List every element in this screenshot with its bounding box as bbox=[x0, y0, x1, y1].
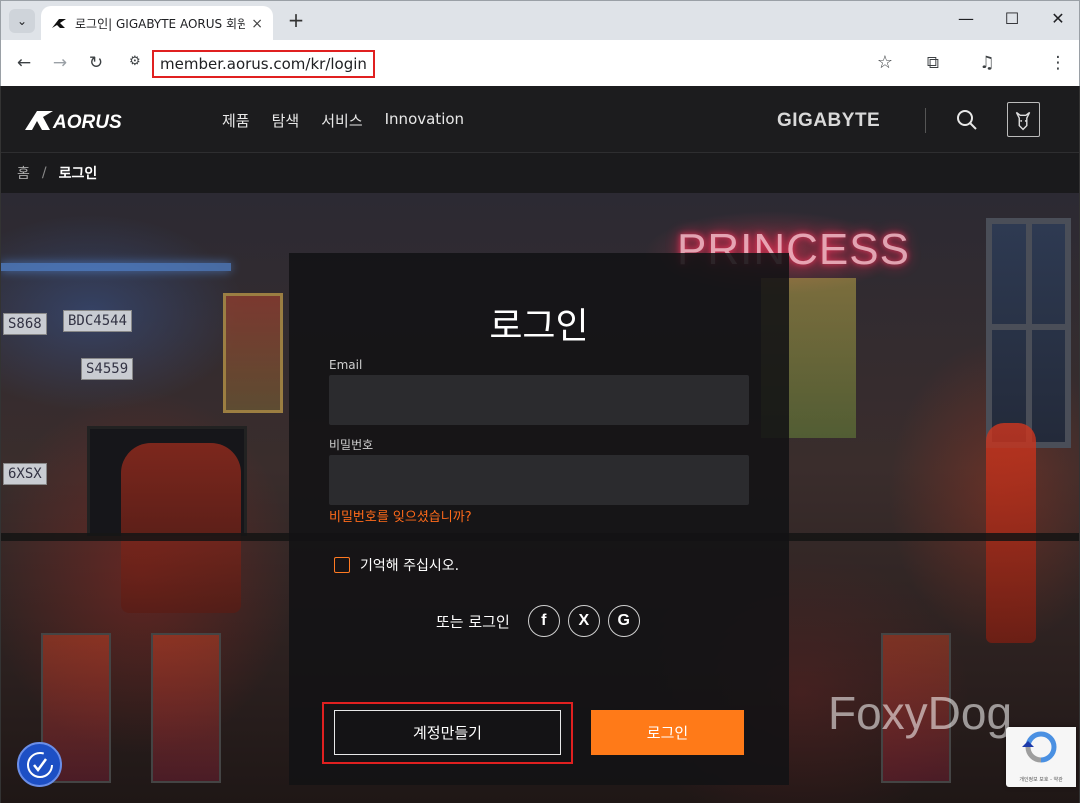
gigabyte-logo[interactable]: GIGABYTE bbox=[777, 110, 880, 132]
recaptcha-badge[interactable]: 개인정보 보호 - 약관 bbox=[1006, 727, 1076, 787]
maximize-button[interactable]: ☐ bbox=[997, 9, 1027, 28]
password-field[interactable] bbox=[329, 455, 749, 505]
recaptcha-text: 개인정보 보호 - 약관 bbox=[1019, 777, 1063, 783]
breadcrumb-home[interactable]: 홈 bbox=[17, 163, 30, 183]
reload-icon[interactable]: ↻ bbox=[85, 52, 107, 74]
main-nav: 제품 탐색 서비스 Innovation bbox=[222, 110, 486, 131]
social-login: 또는 로그인 f X G bbox=[436, 605, 640, 637]
gaming-chair-decoration bbox=[121, 443, 241, 613]
neon-strip bbox=[1, 263, 231, 271]
url-text[interactable]: member.aorus.com/kr/login bbox=[152, 50, 375, 78]
remember-me[interactable]: 기억해 주십시오. bbox=[334, 555, 459, 575]
tab-title: 로그인| GIGABYTE AORUS 회원 bbox=[75, 17, 246, 31]
extensions-icon[interactable]: ⧉ bbox=[922, 52, 944, 74]
login-title: 로그인 bbox=[489, 306, 589, 347]
password-label: 비밀번호 bbox=[329, 438, 374, 452]
google-icon[interactable]: G bbox=[607, 605, 640, 637]
create-account-button[interactable]: 계정만들기 bbox=[334, 710, 561, 755]
close-window-button[interactable]: ✕ bbox=[1043, 9, 1073, 28]
user-account-icon[interactable] bbox=[1007, 102, 1040, 137]
window-decoration bbox=[986, 218, 1071, 448]
forward-arrow-icon[interactable]: → bbox=[49, 52, 71, 74]
social-login-label: 또는 로그인 bbox=[436, 612, 510, 631]
hero-background: PRINCESS S868 BDC4544 S4559 6XSX 로그인 Ema… bbox=[1, 193, 1079, 803]
login-panel: 로그인 Email 비밀번호 비밀번호를 잊으셨습니까? 기억해 주십시오. 또… bbox=[289, 253, 789, 785]
more-menu-icon[interactable]: ⋮ bbox=[1047, 52, 1069, 74]
license-plate: S868 bbox=[3, 313, 47, 335]
poster-decoration bbox=[223, 293, 283, 413]
breadcrumb-separator: / bbox=[41, 165, 47, 181]
email-label: Email bbox=[329, 358, 363, 372]
accessibility-icon[interactable] bbox=[17, 742, 62, 787]
recaptcha-icon bbox=[1022, 731, 1057, 763]
tab-search-button[interactable]: ⌄ bbox=[9, 9, 35, 33]
breadcrumb-current: 로그인 bbox=[58, 166, 98, 182]
x-icon[interactable]: X bbox=[567, 605, 600, 637]
nav-item-innovation[interactable]: Innovation bbox=[385, 110, 464, 131]
license-plate: S4559 bbox=[81, 358, 134, 380]
login-button[interactable]: 로그인 bbox=[591, 710, 744, 755]
address-bar[interactable]: ⚙ member.aorus.com/kr/login ☆ bbox=[119, 46, 909, 80]
remember-checkbox[interactable] bbox=[334, 557, 350, 573]
svg-text:AORUS: AORUS bbox=[52, 112, 122, 132]
pc-case-decoration bbox=[151, 633, 221, 783]
header-divider bbox=[925, 108, 926, 133]
site-header: AORUS 제품 탐색 서비스 Innovation GIGABYTE bbox=[1, 86, 1079, 153]
browser-toolbar: ← → ↻ ⚙ member.aorus.com/kr/login ☆ ⧉ ♫ … bbox=[0, 40, 1080, 86]
forgot-password-link[interactable]: 비밀번호를 잊으셨습니까? bbox=[329, 506, 472, 525]
bookmark-star-icon[interactable]: ☆ bbox=[877, 52, 893, 73]
web-page: AORUS 제품 탐색 서비스 Innovation GIGABYTE 홈 / … bbox=[0, 86, 1080, 803]
new-tab-button[interactable]: + bbox=[285, 9, 307, 31]
browser-tab-bar: ⌄ 로그인| GIGABYTE AORUS 회원 × + — ☐ ✕ bbox=[0, 0, 1080, 41]
tab-close-icon[interactable]: × bbox=[251, 16, 263, 32]
back-arrow-icon[interactable]: ← bbox=[13, 52, 35, 74]
license-plate: BDC4544 bbox=[63, 310, 133, 332]
email-field[interactable] bbox=[329, 375, 749, 425]
aorus-favicon-icon bbox=[52, 18, 66, 28]
breadcrumb: 홈 / 로그인 bbox=[1, 153, 1079, 193]
watermark: FoxyDog bbox=[828, 687, 1013, 739]
browser-tab[interactable]: 로그인| GIGABYTE AORUS 회원 × bbox=[41, 6, 273, 41]
nav-item-service[interactable]: 서비스 bbox=[321, 110, 362, 131]
media-control-icon[interactable]: ♫ bbox=[976, 52, 998, 74]
license-plate: 6XSX bbox=[3, 463, 47, 485]
accessibility-glyph-icon bbox=[26, 751, 53, 778]
nav-item-products[interactable]: 제품 bbox=[222, 110, 250, 131]
remember-label: 기억해 주십시오. bbox=[360, 558, 460, 574]
aorus-logo[interactable]: AORUS bbox=[23, 108, 149, 132]
minimize-button[interactable]: — bbox=[951, 9, 981, 28]
site-info-icon[interactable]: ⚙ bbox=[129, 54, 141, 69]
nav-item-explore[interactable]: 탐색 bbox=[272, 110, 300, 131]
facebook-icon[interactable]: f bbox=[527, 605, 560, 637]
search-icon[interactable] bbox=[956, 109, 978, 131]
